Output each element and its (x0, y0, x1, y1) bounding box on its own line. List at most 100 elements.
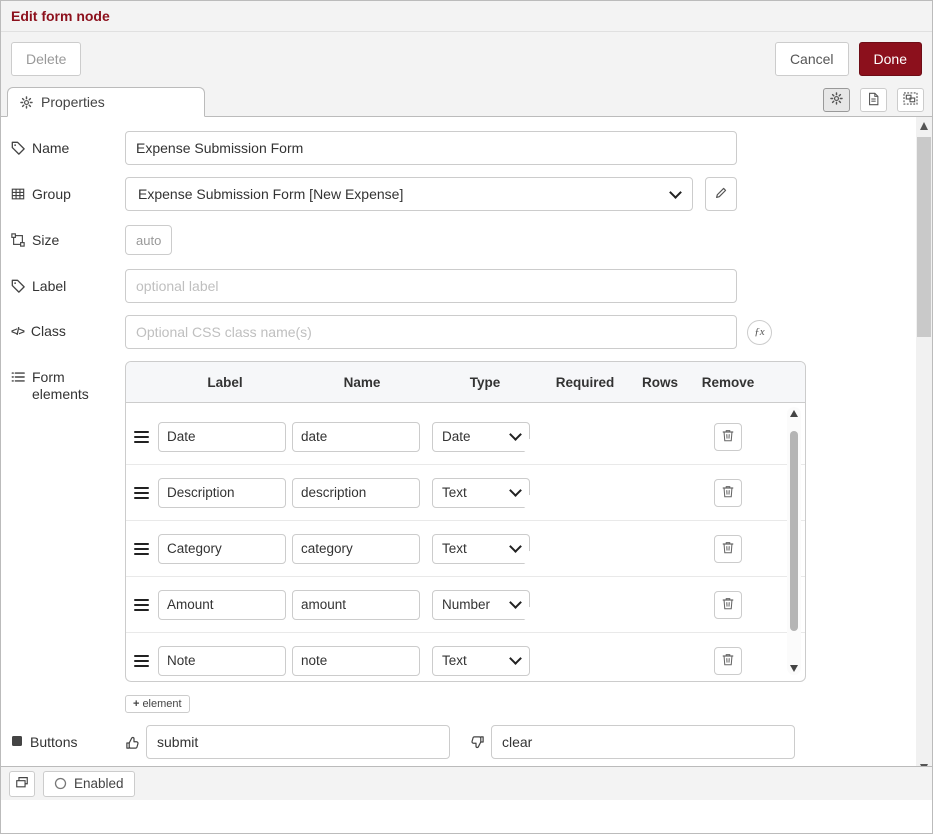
thumbs-up-icon (125, 735, 140, 750)
trash-icon (721, 484, 735, 502)
element-name-input[interactable] (292, 646, 420, 676)
group-row: Group Expense Submission Form [New Expen… (11, 177, 906, 211)
buttons-row: Buttons (11, 725, 906, 759)
edit-group-button[interactable] (705, 177, 737, 211)
label-label: Label (11, 278, 125, 295)
label-input[interactable] (125, 269, 737, 303)
name-row: Name (11, 131, 906, 165)
class-helper-button[interactable]: ƒx (747, 320, 772, 345)
name-input[interactable] (125, 131, 737, 165)
size-row: Size auto (11, 223, 906, 257)
document-icon (867, 92, 880, 109)
size-label: Size (11, 232, 125, 249)
trash-icon (721, 540, 735, 558)
element-type-select[interactable]: Text (432, 478, 530, 508)
name-label: Name (11, 140, 125, 157)
element-name-input[interactable] (292, 478, 420, 508)
table-icon (11, 187, 25, 201)
remove-element-button[interactable] (714, 591, 742, 619)
element-name-input[interactable] (292, 590, 420, 620)
table-row: Number (126, 577, 805, 633)
clear-button-label-input[interactable] (491, 725, 795, 759)
label-row: Label (11, 269, 906, 303)
node-appearance-button[interactable] (897, 88, 924, 112)
column-header-type: Type (432, 375, 538, 390)
remove-element-button[interactable] (714, 423, 742, 451)
tag-icon (11, 279, 25, 293)
form-elements-row: Form elements Label Name Type Required R… (11, 361, 906, 682)
chevron-down-icon (509, 652, 522, 665)
add-element-button[interactable]: + element (125, 695, 190, 713)
tab-properties[interactable]: Properties (7, 87, 205, 117)
dialog-footer: Enabled (1, 766, 932, 800)
column-header-required: Required (538, 375, 632, 390)
element-label-input[interactable] (158, 534, 286, 564)
scroll-down-icon[interactable] (790, 665, 798, 672)
element-type-select[interactable]: Date (432, 422, 530, 452)
delete-button[interactable]: Delete (11, 42, 81, 76)
scroll-up-icon[interactable] (790, 410, 798, 417)
scrollbar-thumb[interactable] (790, 431, 798, 631)
square-icon (11, 735, 23, 747)
scroll-up-icon[interactable] (920, 122, 928, 130)
element-label-input[interactable] (158, 478, 286, 508)
tag-icon (11, 141, 25, 155)
pencil-icon (714, 186, 728, 203)
chevron-down-icon (509, 428, 522, 441)
class-label: </> Class (11, 323, 125, 341)
trash-icon (721, 428, 735, 446)
gear-icon (830, 92, 843, 108)
chevron-down-icon (509, 596, 522, 609)
column-header-rows: Rows (632, 375, 688, 390)
remove-element-button[interactable] (714, 647, 742, 675)
element-type-select[interactable]: Number (432, 590, 530, 620)
drag-handle-icon[interactable] (134, 655, 149, 667)
drag-handle-icon[interactable] (134, 543, 149, 555)
dialog-header: Edit form node (1, 1, 932, 32)
drag-handle-icon[interactable] (134, 599, 149, 611)
column-header-remove: Remove (688, 375, 768, 390)
remove-element-button[interactable] (714, 535, 742, 563)
gear-icon (20, 96, 33, 109)
dialog-scrollbar[interactable] (916, 117, 932, 777)
element-name-input[interactable] (292, 422, 420, 452)
trash-icon (721, 596, 735, 614)
buttons-controls (125, 725, 795, 759)
chevron-down-icon (669, 186, 682, 199)
node-description-button[interactable] (860, 88, 887, 112)
enabled-label: Enabled (74, 776, 124, 791)
buttons-label: Buttons (11, 734, 125, 751)
cancel-button[interactable]: Cancel (775, 42, 849, 76)
node-info-button[interactable] (9, 771, 35, 797)
size-auto-button[interactable]: auto (125, 225, 172, 255)
code-icon: </> (11, 324, 24, 341)
element-label-input[interactable] (158, 590, 286, 620)
trash-icon (721, 652, 735, 670)
node-settings-button[interactable] (823, 88, 850, 112)
table-header-row: Label Name Type Required Rows Remove (126, 362, 805, 403)
done-button[interactable]: Done (859, 42, 922, 76)
tab-tools (823, 88, 926, 112)
thumbs-down-icon (470, 735, 485, 750)
group-select[interactable]: Expense Submission Form [New Expense] (125, 177, 693, 211)
scrollbar-thumb[interactable] (917, 137, 931, 337)
class-row: </> Class ƒx (11, 315, 906, 349)
remove-element-button[interactable] (714, 479, 742, 507)
submit-button-label-input[interactable] (146, 725, 450, 759)
element-type-select[interactable]: Text (432, 646, 530, 676)
circle-icon (54, 777, 67, 790)
group-label: Group (11, 186, 125, 203)
table-row: Text (126, 465, 805, 521)
table-row: Date (126, 409, 805, 465)
class-input[interactable] (125, 315, 737, 349)
object-group-icon (903, 92, 918, 108)
element-label-input[interactable] (158, 422, 286, 452)
element-name-input[interactable] (292, 534, 420, 564)
element-label-input[interactable] (158, 646, 286, 676)
dialog-toolbar: Delete Cancel Done (1, 32, 932, 86)
element-type-select[interactable]: Text (432, 534, 530, 564)
node-enabled-toggle[interactable]: Enabled (43, 771, 135, 797)
drag-handle-icon[interactable] (134, 487, 149, 499)
drag-handle-icon[interactable] (134, 431, 149, 443)
table-scrollbar[interactable] (787, 407, 801, 675)
